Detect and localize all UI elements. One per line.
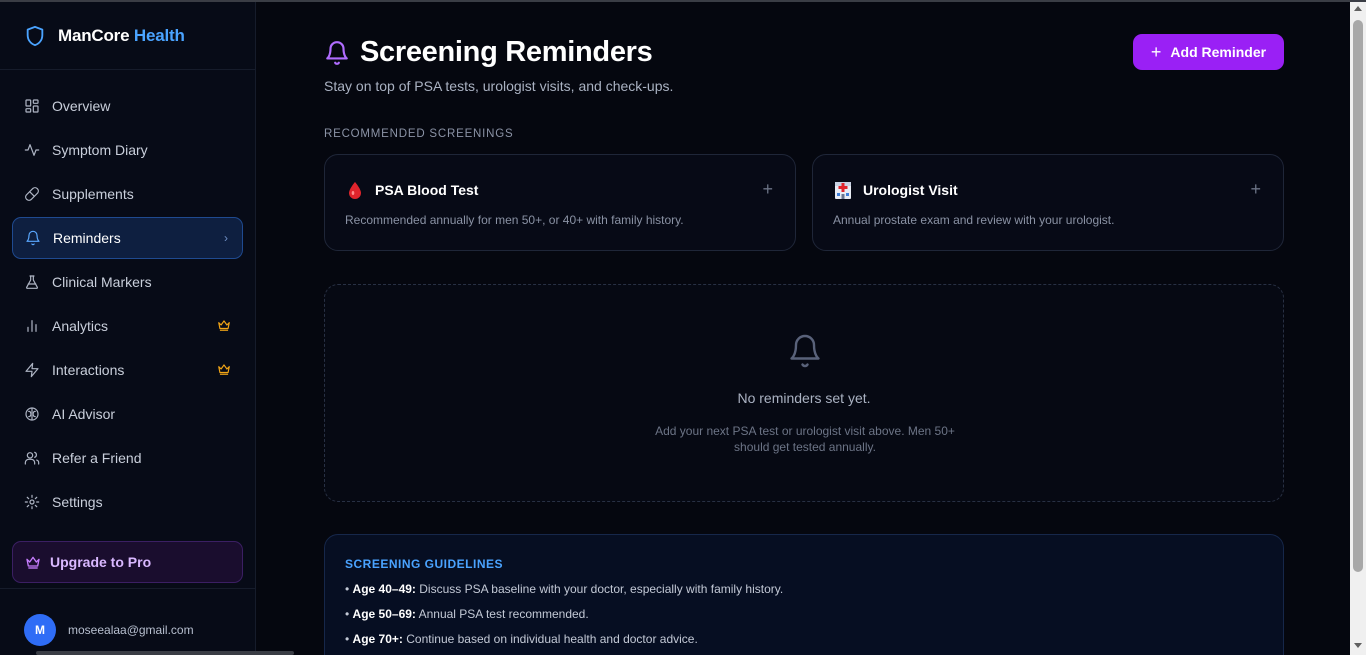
guideline-item: • Age 70+: Continue based on individual … bbox=[345, 632, 698, 646]
screening-guidelines: SCREENING GUIDELINES • Age 40–49: Discus… bbox=[324, 534, 1284, 655]
page-subtitle: Stay on top of PSA tests, urologist visi… bbox=[324, 78, 674, 94]
screening-card-psa[interactable]: PSA Blood Test + Recommended annually fo… bbox=[324, 154, 796, 251]
pill-icon bbox=[24, 186, 40, 202]
guideline-text: Continue based on individual health and … bbox=[406, 632, 698, 646]
guideline-item: • Age 40–49: Discuss PSA baseline with y… bbox=[345, 582, 784, 596]
blood-drop-icon bbox=[345, 180, 365, 200]
card-title: PSA Blood Test bbox=[375, 182, 479, 198]
sidebar-item-label: Reminders bbox=[53, 230, 121, 246]
plus-icon: + bbox=[1150, 41, 1162, 62]
sidebar-item-overview[interactable]: Overview bbox=[12, 85, 243, 127]
scroll-up-arrow-icon[interactable] bbox=[1354, 6, 1362, 11]
sidebar-item-refer-a-friend[interactable]: Refer a Friend bbox=[12, 437, 243, 479]
sidebar-item-label: Refer a Friend bbox=[52, 450, 142, 466]
sidebar-item-clinical-markers[interactable]: Clinical Markers bbox=[12, 261, 243, 303]
sidebar-item-label: Supplements bbox=[52, 186, 134, 202]
sidebar-nav: Overview Symptom Diary Supplements Remin… bbox=[12, 85, 243, 525]
flask-icon bbox=[24, 274, 40, 290]
vertical-scrollbar-thumb[interactable] bbox=[1353, 20, 1363, 572]
page-header: Screening Reminders bbox=[324, 36, 653, 69]
upgrade-label: Upgrade to Pro bbox=[50, 554, 152, 570]
sidebar: ManCore Health Overview Symptom Diary Su… bbox=[0, 2, 256, 655]
card-description: Recommended annually for men 50+, or 40+… bbox=[345, 213, 684, 227]
crown-icon bbox=[218, 364, 230, 375]
hospital-icon bbox=[833, 180, 853, 200]
plus-icon[interactable]: + bbox=[1250, 179, 1261, 200]
user-profile[interactable]: M moseealaa@gmail.com bbox=[24, 614, 194, 646]
bell-icon bbox=[25, 230, 41, 246]
card-description: Annual prostate exam and review with you… bbox=[833, 213, 1115, 227]
brand-name-part2: Health bbox=[133, 25, 185, 45]
guideline-age: Age 70+: bbox=[352, 632, 403, 646]
crown-icon bbox=[218, 320, 230, 331]
guidelines-title: SCREENING GUIDELINES bbox=[345, 557, 504, 571]
brand-name-part1: ManCore bbox=[58, 25, 130, 45]
grid-icon bbox=[24, 98, 40, 114]
guideline-text: Annual PSA test recommended. bbox=[418, 607, 589, 621]
main-content: Screening Reminders Stay on top of PSA t… bbox=[256, 2, 1350, 655]
sidebar-item-label: AI Advisor bbox=[52, 406, 116, 422]
empty-state-description: Add your next PSA test or urologist visi… bbox=[655, 424, 955, 454]
page-title: Screening Reminders bbox=[360, 36, 653, 68]
divider bbox=[0, 588, 256, 589]
sidebar-item-label: Analytics bbox=[52, 318, 109, 334]
brand-logo[interactable]: ManCore Health bbox=[0, 2, 255, 70]
user-email: moseealaa@gmail.com bbox=[68, 623, 194, 637]
chevron-right-icon: › bbox=[224, 231, 228, 245]
sidebar-item-analytics[interactable]: Analytics bbox=[12, 305, 243, 347]
bar-chart-icon bbox=[24, 318, 40, 334]
guideline-item: • Age 50–69: Annual PSA test recommended… bbox=[345, 607, 589, 621]
activity-icon bbox=[24, 142, 40, 158]
gear-icon bbox=[24, 494, 40, 510]
sidebar-item-label: Interactions bbox=[52, 362, 125, 378]
add-reminder-button[interactable]: + Add Reminder bbox=[1133, 34, 1284, 70]
sidebar-item-settings[interactable]: Settings bbox=[12, 481, 243, 523]
plus-icon[interactable]: + bbox=[762, 179, 773, 200]
bell-icon bbox=[326, 40, 348, 65]
guideline-text: Discuss PSA baseline with your doctor, e… bbox=[419, 582, 784, 596]
section-label: RECOMMENDED SCREENINGS bbox=[324, 128, 514, 140]
brand-name: ManCore Health bbox=[58, 26, 185, 46]
sidebar-item-interactions[interactable]: Interactions bbox=[12, 349, 243, 391]
card-title: Urologist Visit bbox=[863, 182, 958, 198]
sidebar-item-label: Overview bbox=[52, 98, 111, 114]
avatar: M bbox=[24, 614, 56, 646]
crown-icon bbox=[26, 556, 40, 569]
upgrade-to-pro-button[interactable]: Upgrade to Pro bbox=[12, 541, 243, 583]
users-icon bbox=[24, 450, 40, 466]
screening-card-urologist[interactable]: Urologist Visit + Annual prostate exam a… bbox=[812, 154, 1284, 251]
empty-state: No reminders set yet. Add your next PSA … bbox=[324, 284, 1284, 502]
shield-icon bbox=[26, 25, 44, 46]
add-reminder-label: Add Reminder bbox=[1170, 44, 1267, 60]
sidebar-item-label: Settings bbox=[52, 494, 103, 510]
brain-icon bbox=[24, 406, 40, 422]
sidebar-item-supplements[interactable]: Supplements bbox=[12, 173, 243, 215]
sidebar-item-ai-advisor[interactable]: AI Advisor bbox=[12, 393, 243, 435]
zap-icon bbox=[24, 362, 40, 378]
sidebar-item-reminders[interactable]: Reminders › bbox=[12, 217, 243, 259]
sidebar-item-label: Symptom Diary bbox=[52, 142, 148, 158]
sidebar-item-label: Clinical Markers bbox=[52, 274, 152, 290]
empty-state-title: No reminders set yet. bbox=[737, 390, 871, 406]
sidebar-item-symptom-diary[interactable]: Symptom Diary bbox=[12, 129, 243, 171]
guideline-age: Age 50–69: bbox=[352, 607, 416, 621]
bell-icon bbox=[790, 334, 820, 368]
guideline-age: Age 40–49: bbox=[352, 582, 416, 596]
scroll-down-arrow-icon[interactable] bbox=[1354, 643, 1362, 648]
